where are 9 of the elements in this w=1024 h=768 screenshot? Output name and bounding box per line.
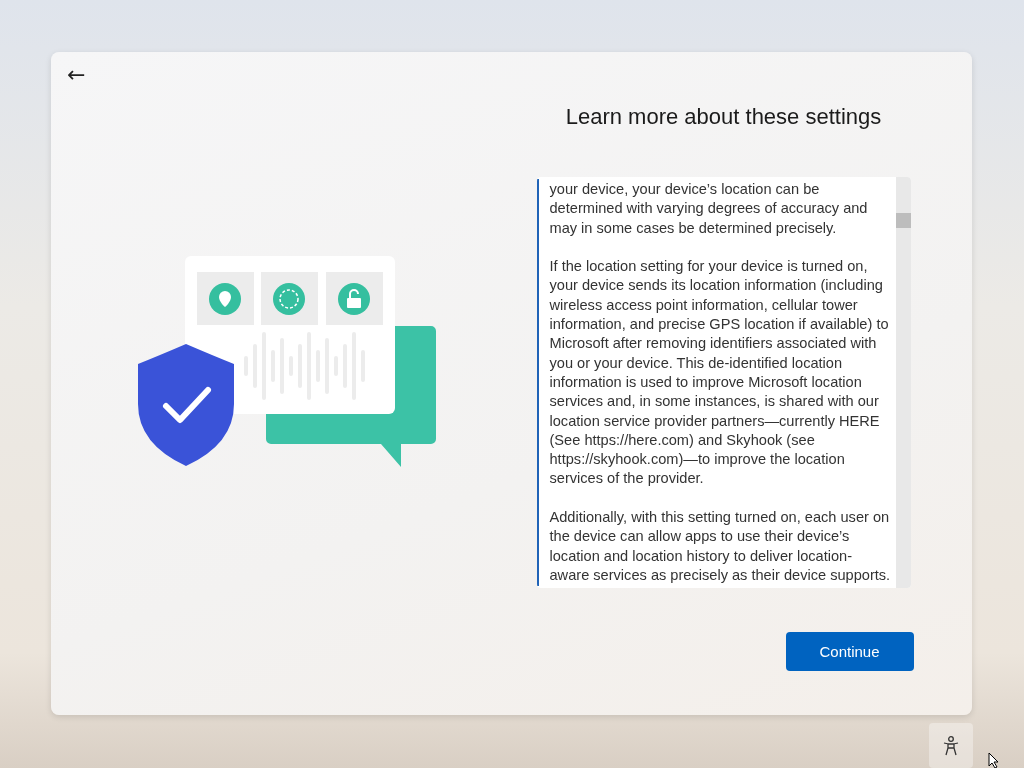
scrollbar[interactable] [895,177,911,588]
accessibility-button[interactable] [929,723,973,768]
accessibility-icon [942,735,960,756]
info-paragraph: If the location setting for your device is turned on, your device sends its location information (including wireless access point information, cellular tower information, and precise GPS location if available) to Microsoft after removing identifiers associated with you or your device. This de-identified location information is used to improve Microsoft location services and, in some instances, is shared with our location service provider partners—currently HERE (See https://here.com) and Skyhook (see https://skyhook.com)—to improve the location services of the provider. [549,257,890,489]
back-button[interactable]: ← [63,64,90,86]
dialog-title: Learn more about these settings [565,104,882,130]
info-paragraph: your device, your device’s location can be determined with varying degrees of accuracy and may in some cases be determined precisely. [549,180,869,238]
info-paragraph: Additionally, with this setting turned on, each user on the device can allow apps to use their device’s location and location history to deliver location-aware services as precisely as their device supports. [549,508,892,585]
continue-button[interactable]: Continue [785,632,914,671]
